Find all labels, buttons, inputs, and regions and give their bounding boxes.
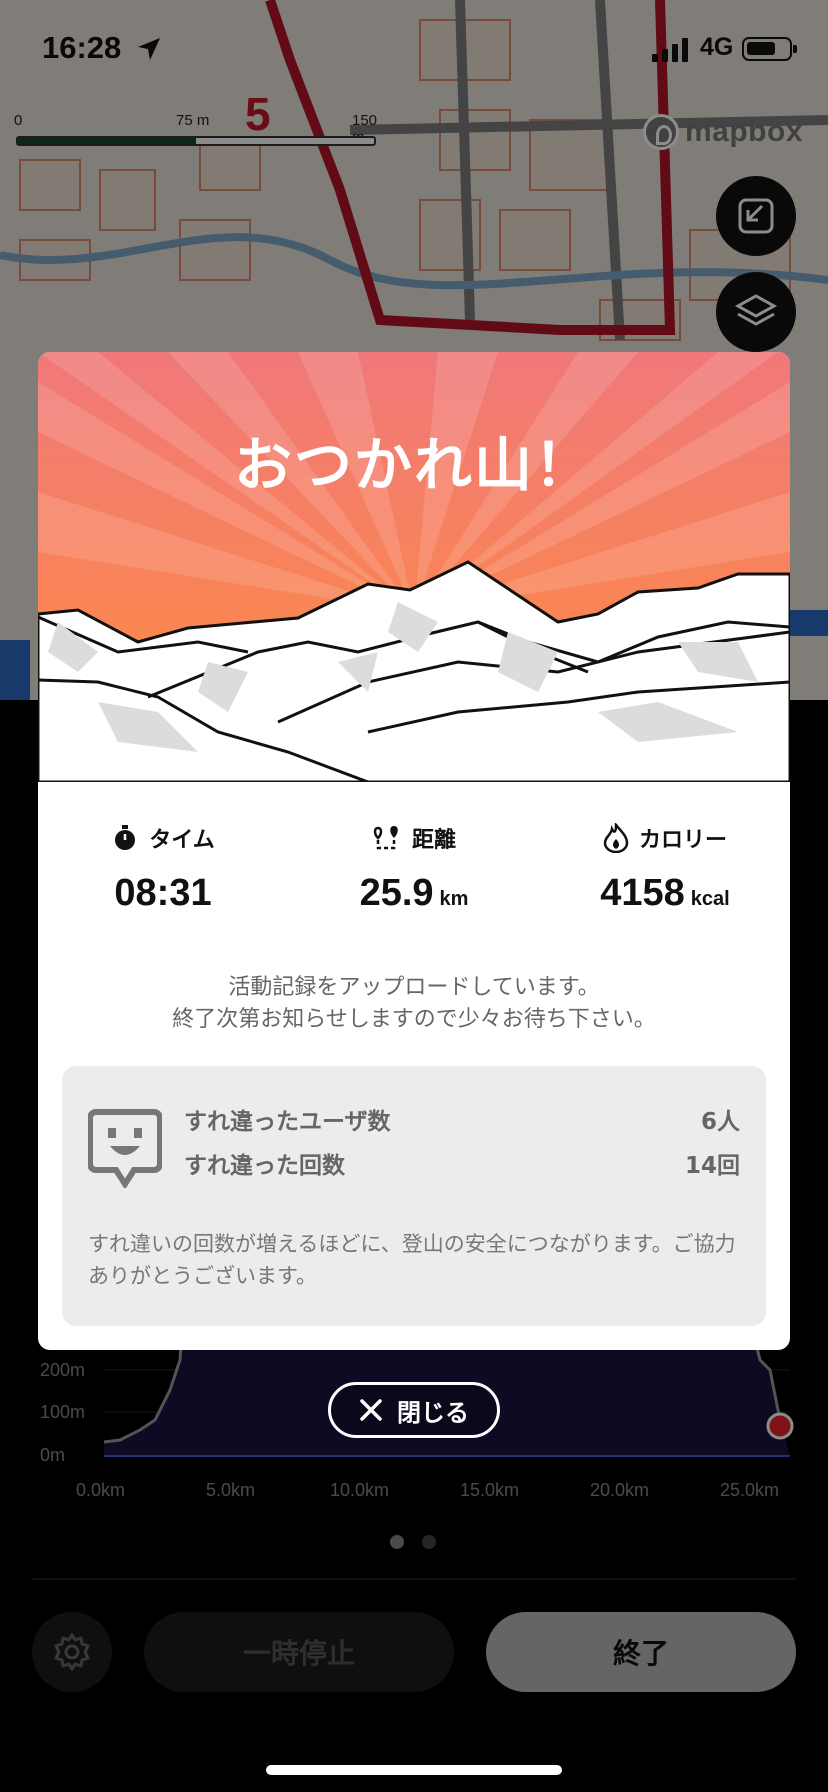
settings-button[interactable] [32, 1612, 112, 1692]
x-label-20: 20.0km [590, 1480, 650, 1500]
x-label-25: 25.0km [720, 1480, 780, 1500]
x-label-5: 5.0km [206, 1480, 256, 1500]
x-label-0: 0.0km [76, 1480, 126, 1500]
stat-distance: 距離 25.9 km [289, 822, 539, 915]
mapbox-icon [643, 114, 679, 150]
status-bar: 16:28 4G [0, 0, 828, 100]
layers-icon [734, 294, 778, 326]
stat-calories-unit: kcal [690, 888, 730, 910]
current-position-marker [766, 1412, 794, 1440]
pause-button[interactable]: 一時停止 [144, 1612, 454, 1692]
stopwatch-icon [115, 825, 136, 850]
signal-icon [652, 38, 688, 62]
encounter-face-icon [88, 1109, 162, 1188]
encounter-note: すれ違いの回数が増えるほどに、登山の安全につながります。ご協力ありがとうございま… [88, 1232, 736, 1288]
y-label-0: 0m [40, 1445, 66, 1465]
encounter-users-label: すれ違ったユーザ数 [184, 1109, 391, 1135]
close-button-label: 閉じる [397, 1398, 469, 1427]
stat-time-value: 08:31 [114, 872, 212, 914]
scale-label-75: 75 m [176, 112, 210, 129]
gear-icon [54, 1633, 90, 1671]
map-scale: 0 75 m 150 m [14, 112, 377, 152]
encounter-users-row: すれ違ったユーザ数 6人 [184, 1102, 740, 1136]
stat-time: タイム 08:31 [38, 822, 288, 915]
mapbox-text: mapbox [685, 115, 804, 148]
page-indicator[interactable] [390, 1535, 436, 1549]
stat-distance-value: 25.9 [359, 872, 434, 914]
stat-calories-label: カロリー [638, 828, 727, 853]
modal-title: おつかれ山！ [233, 431, 594, 499]
x-label-10: 10.0km [330, 1480, 390, 1500]
home-indicator[interactable] [266, 1765, 562, 1775]
upload-message-line1: 活動記録をアップロードしています。 [228, 975, 600, 1000]
network-type: 4G [700, 33, 734, 61]
stat-distance-unit: km [439, 888, 469, 910]
page-dot[interactable] [422, 1535, 436, 1549]
close-icon [360, 1399, 382, 1421]
encounter-card: すれ違ったユーザ数 6人 すれ違った回数 14回 すれ違いの回数が増えるほどに、… [62, 1066, 766, 1326]
upload-message-line2: 終了次第お知らせしますので少々お待ち下さい。 [172, 1007, 656, 1032]
flame-icon [603, 823, 629, 853]
end-button[interactable]: 終了 [486, 1612, 796, 1692]
y-label-100: 100m [40, 1402, 86, 1422]
status-time: 16:28 [42, 30, 122, 65]
stat-calories: カロリー 4158 kcal [540, 822, 790, 915]
completion-modal: おつかれ山！ タイム 08:31 距離 25.9 km カロリー 4158 kc… [38, 352, 790, 1350]
modal-header: おつかれ山！ [38, 352, 790, 782]
route-pin-icon [373, 826, 398, 850]
location-arrow-icon [138, 38, 160, 60]
scale-label-0: 0 [14, 112, 23, 129]
page-dot-active[interactable] [390, 1535, 404, 1549]
encounter-count-value: 14回 [684, 1153, 740, 1179]
mapbox-logo: mapbox [643, 112, 803, 152]
encounter-count-row: すれ違った回数 14回 [184, 1146, 740, 1180]
divider [32, 1578, 796, 1580]
y-label-200: 200m [40, 1360, 86, 1380]
map-fit-button[interactable] [716, 176, 796, 256]
stat-time-label: タイム [149, 828, 215, 853]
sunrise-mountains-illustration [38, 352, 790, 782]
close-button[interactable]: 閉じる [328, 1382, 500, 1438]
encounter-count-label: すれ違った回数 [184, 1153, 345, 1179]
upload-message: 活動記録をアップロードしています。 終了次第お知らせしますので少々お待ち下さい。 [38, 972, 790, 1036]
x-label-15: 15.0km [460, 1480, 520, 1500]
map-layers-button[interactable] [716, 272, 796, 352]
stat-distance-label: 距離 [411, 828, 456, 853]
stat-calories-value: 4158 [600, 872, 685, 914]
battery-icon [742, 37, 797, 61]
fit-bounds-icon [738, 198, 774, 234]
activity-stats: タイム 08:31 距離 25.9 km カロリー 4158 kcal [38, 822, 790, 932]
encounter-users-value: 6人 [700, 1109, 740, 1135]
